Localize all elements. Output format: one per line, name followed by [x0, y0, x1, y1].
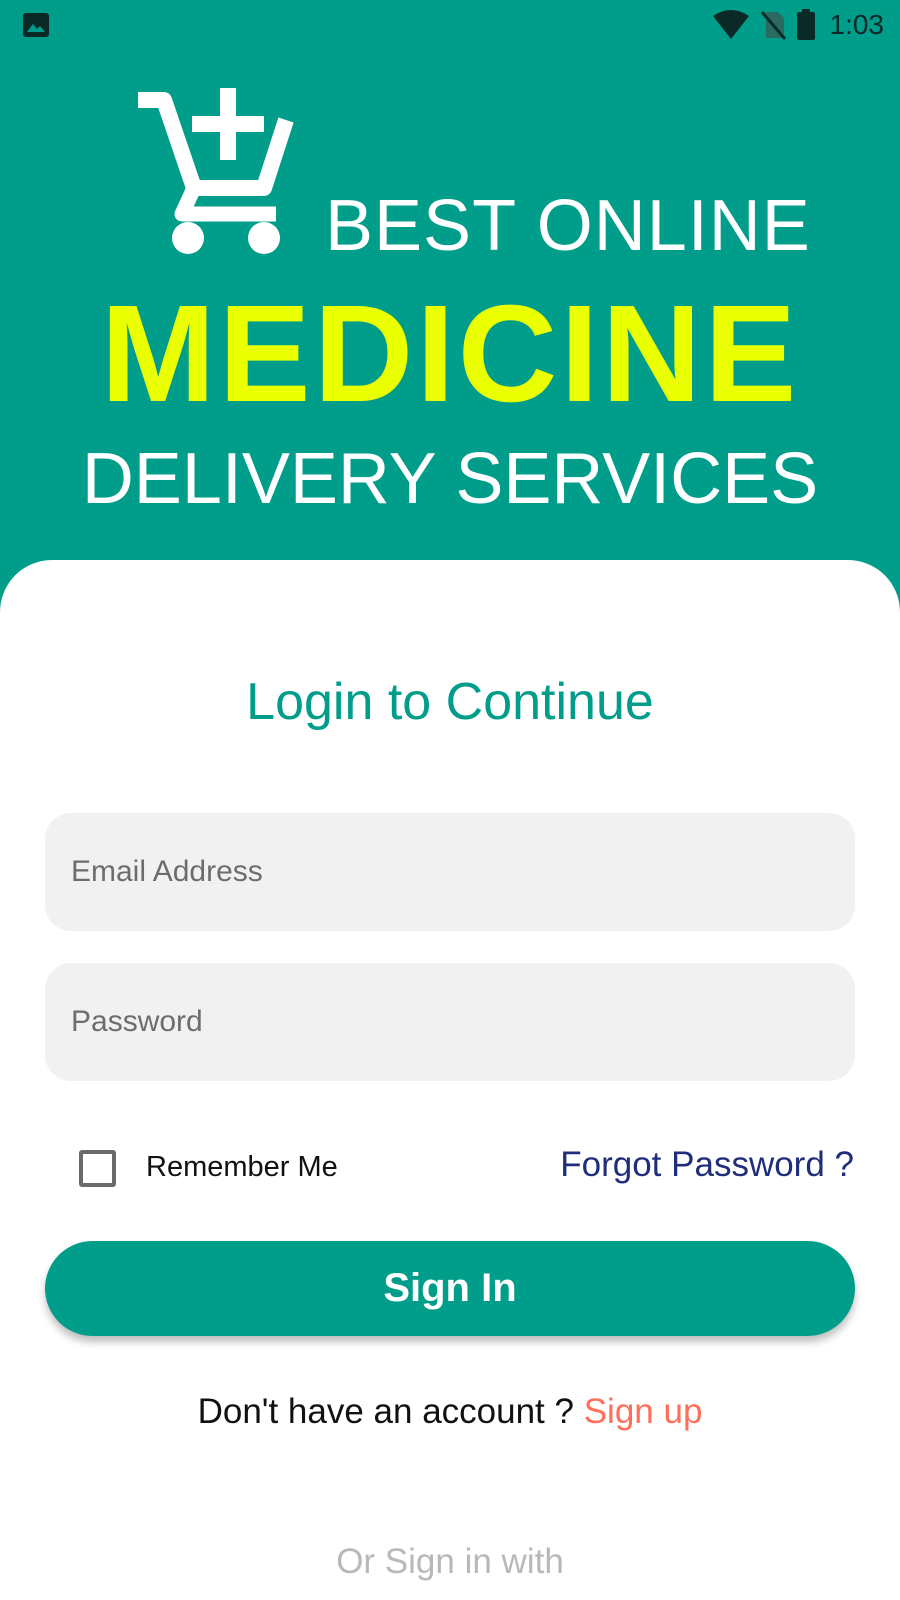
email-field-container [45, 813, 855, 931]
hero-headline: MEDICINE [100, 277, 800, 431]
hero-tagline-bottom: DELIVERY SERVICES [81, 439, 819, 519]
sign-in-button[interactable]: Sign In [45, 1241, 855, 1336]
email-input[interactable] [71, 855, 855, 889]
remember-me-label[interactable]: Remember Me [146, 1151, 338, 1184]
status-left [22, 12, 50, 38]
alt-signin-label: Or Sign in with [336, 1542, 564, 1581]
wifi-icon [712, 10, 749, 39]
no-sim-icon [760, 11, 786, 40]
cart-plus-icon [138, 88, 294, 254]
status-right: 1:03 [712, 9, 885, 41]
forgot-password-link[interactable]: Forgot Password ? [560, 1145, 854, 1185]
status-time: 1:03 [829, 9, 885, 40]
no-account-text: Don't have an account ? [197, 1392, 584, 1431]
sign-up-link[interactable]: Sign up [584, 1392, 703, 1431]
password-field-container [45, 963, 855, 1081]
login-options-row: Remember Me Forgot Password ? [0, 1145, 900, 1205]
remember-me-checkbox[interactable] [79, 1150, 116, 1187]
hero-tagline-top: BEST ONLINE [325, 186, 811, 266]
login-title: Login to Continue [246, 673, 654, 731]
hero-banner: BEST ONLINE MEDICINE DELIVERY SERVICES [0, 50, 900, 560]
status-bar: 1:03 [0, 0, 900, 50]
signup-prompt: Don't have an account ? Sign up [0, 1392, 900, 1432]
battery-icon [796, 9, 815, 40]
image-notification-icon [23, 13, 49, 37]
login-card: Login to Continue Remember Me Forgot Pas… [0, 560, 900, 1600]
password-input[interactable] [71, 1005, 855, 1039]
